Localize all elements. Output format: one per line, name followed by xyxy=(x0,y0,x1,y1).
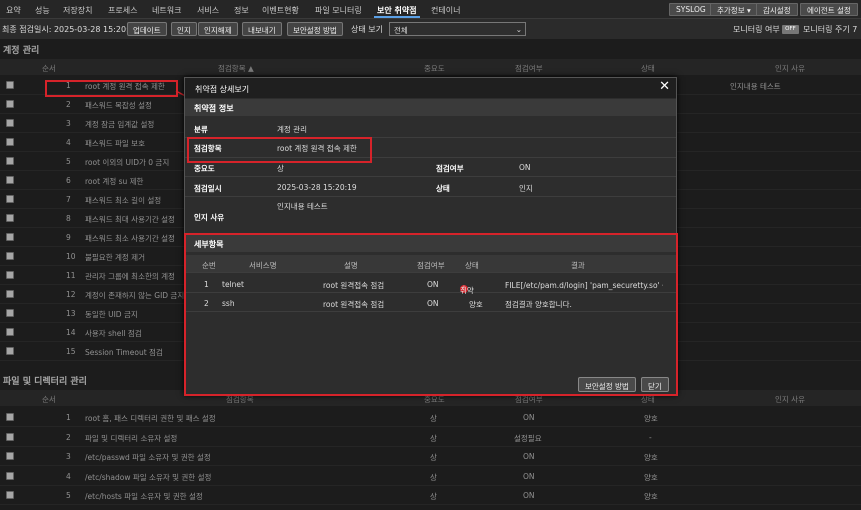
extra-info-button[interactable]: 추가정보 ▾ xyxy=(710,3,758,16)
label-category: 분류 xyxy=(194,125,208,134)
modal-header: 취약점 상세보기 ✕ xyxy=(185,78,676,98)
acknowledge-button[interactable]: 인지 xyxy=(171,22,197,36)
status-view-value: 전체 xyxy=(394,26,408,35)
tab-container[interactable]: 컨테이너 xyxy=(431,5,460,16)
tab-info[interactable]: 정보 xyxy=(234,5,249,16)
agent-settings-button[interactable]: 에이전트 설정 xyxy=(800,3,858,16)
status-view-select[interactable]: 전체 ⌄ xyxy=(389,22,526,36)
highlight-check-item xyxy=(187,137,372,163)
update-button[interactable]: 업데이트 xyxy=(127,22,167,36)
tab-events[interactable]: 이벤트현황 xyxy=(262,5,299,16)
tab-storage[interactable]: 저장장치 xyxy=(63,5,92,16)
value-datetime: 2025-03-28 15:20:19 xyxy=(277,183,357,192)
label-datetime: 점검일시 xyxy=(194,184,222,193)
tab-summary[interactable]: 요약 xyxy=(6,5,21,16)
highlight-row-1 xyxy=(45,80,178,97)
export-button[interactable]: 내보내기 xyxy=(242,22,282,36)
status-view-label: 상태 보기 xyxy=(351,25,383,34)
tab-process[interactable]: 프로세스 xyxy=(108,5,137,16)
info-section-title: 취약점 정보 xyxy=(194,104,234,113)
monitor-cycle-label: 모니터링 주기 7 xyxy=(803,25,858,34)
modal-title: 취약점 상세보기 xyxy=(195,85,250,94)
label-reason: 인지 사유 xyxy=(194,213,225,222)
value-status: 인지 xyxy=(519,184,533,193)
label-importance: 중요도 xyxy=(194,164,215,173)
tab-performance[interactable]: 성능 xyxy=(35,5,50,16)
info-section-header: 취약점 정보 xyxy=(185,99,676,116)
tab-vulnerability[interactable]: 보안 취약점 xyxy=(374,5,420,18)
highlight-detail-section xyxy=(184,233,678,396)
tab-network[interactable]: 네트워크 xyxy=(152,5,181,16)
watch-settings-button[interactable]: 감시설정 xyxy=(756,3,798,16)
tab-service[interactable]: 서비스 xyxy=(197,5,219,16)
last-check-text: 최종 점검일시: 2025-03-28 15:20:23 xyxy=(2,25,139,34)
security-method-button[interactable]: 보안설정 방법 xyxy=(287,22,343,36)
label-status: 상태 xyxy=(436,184,450,193)
value-reason: 인지내용 테스트 xyxy=(277,202,328,211)
chevron-down-icon: ⌄ xyxy=(515,25,522,34)
unacknowledge-button[interactable]: 인지해제 xyxy=(198,22,238,36)
value-checked: ON xyxy=(519,163,531,172)
monitor-toggle[interactable]: OFF xyxy=(782,25,799,34)
monitor-label: 모니터링 여부 xyxy=(733,25,780,34)
close-icon[interactable]: ✕ xyxy=(659,80,670,94)
syslog-button[interactable]: SYSLOG xyxy=(669,3,713,16)
toolbar: 최종 점검일시: 2025-03-28 15:20:23 업데이트 인지 인지해… xyxy=(0,20,861,39)
value-category: 계정 관리 xyxy=(277,125,307,134)
tab-file-monitoring[interactable]: 파일 모니터링 xyxy=(315,5,362,16)
value-importance: 상 xyxy=(277,164,284,173)
top-nav: 요약 성능 저장장치 프로세스 네트워크 서비스 정보 이벤트현황 파일 모니터… xyxy=(0,0,861,19)
label-checked: 점검여부 xyxy=(436,164,464,173)
